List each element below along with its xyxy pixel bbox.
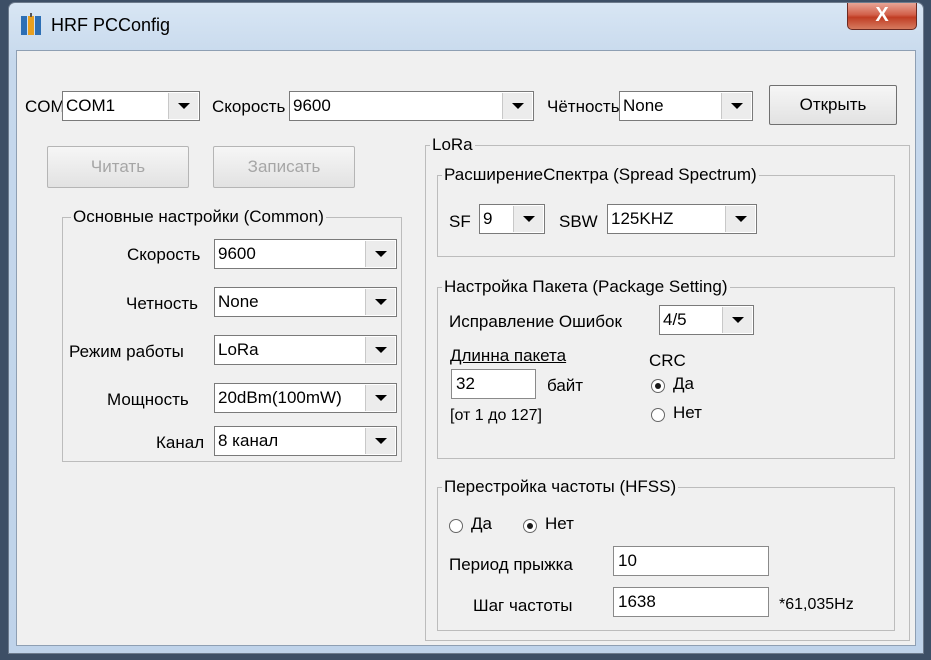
hfss-yes-label: Да	[471, 514, 492, 533]
speed-label: Скорость	[212, 97, 286, 116]
mode-select[interactable]: LoRa	[214, 335, 397, 365]
packet-length-label: Длинна пакета	[450, 346, 567, 365]
common-speed-value: 9600	[218, 244, 256, 263]
open-button[interactable]: Открыть	[769, 85, 897, 125]
power-label: Мощность	[107, 390, 189, 409]
common-speed-label: Скорость	[127, 245, 201, 264]
com-port-select[interactable]: COM1	[62, 91, 200, 121]
mode-label: Режим работы	[69, 342, 184, 361]
common-settings-title: Основные настройки (Common)	[71, 207, 326, 227]
packet-length-input[interactable]: 32	[451, 369, 536, 399]
sbw-label: SBW	[559, 212, 598, 231]
close-button[interactable]: X	[847, 3, 917, 30]
crc-yes-radio[interactable]	[651, 379, 665, 393]
fec-select[interactable]: 4/5	[659, 305, 754, 335]
hop-period-value: 10	[618, 551, 637, 570]
packet-length-range: [от 1 до 127]	[450, 407, 542, 424]
sbw-value: 125KHZ	[611, 209, 674, 228]
hop-period-input[interactable]: 10	[613, 546, 769, 576]
common-speed-select[interactable]: 9600	[214, 239, 397, 269]
parity-value: None	[623, 96, 664, 115]
app-window: HRF PCConfig X COM COM1 Скорость 9600 Чё…	[8, 2, 924, 654]
common-parity-value: None	[218, 292, 259, 311]
freq-step-label: Шаг частоты	[473, 596, 573, 615]
chevron-down-icon[interactable]	[725, 206, 755, 232]
freq-step-value: 1638	[618, 592, 656, 611]
crc-label: CRC	[649, 351, 686, 370]
channel-value: 8 канал	[218, 431, 279, 450]
sf-value: 9	[483, 209, 493, 228]
hfss-no-label: Нет	[545, 514, 574, 533]
chevron-down-icon[interactable]	[168, 93, 198, 119]
spread-spectrum-title: РасширениеСпектра (Spread Spectrum)	[442, 165, 759, 185]
sf-label: SF	[449, 212, 471, 231]
read-button[interactable]: Читать	[47, 146, 189, 188]
common-parity-label: Четность	[126, 294, 198, 313]
chevron-down-icon[interactable]	[365, 428, 395, 454]
hfss-yes-radio[interactable]	[449, 519, 463, 533]
window-title: HRF PCConfig	[51, 15, 171, 35]
lora-title: LoRa	[430, 135, 475, 155]
packet-length-unit: байт	[547, 376, 584, 395]
speed-value: 9600	[293, 96, 331, 115]
channel-label: Канал	[156, 433, 205, 452]
speed-select[interactable]: 9600	[289, 91, 534, 121]
chevron-down-icon[interactable]	[722, 307, 752, 333]
client-area: COM COM1 Скорость 9600 Чётность None Отк…	[16, 50, 916, 646]
crc-yes-label: Да	[673, 374, 694, 393]
com-label: COM	[25, 97, 65, 116]
power-select[interactable]: 20dBm(100mW)	[214, 383, 397, 413]
com-port-value: COM1	[66, 96, 116, 115]
chevron-down-icon[interactable]	[365, 385, 395, 411]
fec-value: 4/5	[663, 310, 687, 329]
hfss-no-radio[interactable]	[523, 519, 537, 533]
freq-step-input[interactable]: 1638	[613, 587, 769, 617]
chevron-down-icon[interactable]	[365, 289, 395, 315]
package-setting-title: Настройка Пакета (Package Setting)	[442, 277, 730, 297]
power-value: 20dBm(100mW)	[218, 388, 342, 407]
chevron-down-icon[interactable]	[502, 93, 532, 119]
packet-length-value: 32	[456, 374, 475, 393]
close-icon: X	[875, 4, 889, 26]
crc-no-radio[interactable]	[651, 408, 665, 422]
sbw-select[interactable]: 125KHZ	[607, 204, 757, 234]
hop-period-label: Период прыжка	[449, 555, 573, 574]
common-parity-select[interactable]: None	[214, 287, 397, 317]
hfss-title: Перестройка частоты (HFSS)	[442, 477, 679, 497]
mode-value: LoRa	[218, 340, 259, 359]
chevron-down-icon[interactable]	[365, 241, 395, 267]
sf-select[interactable]: 9	[479, 204, 545, 234]
crc-no-label: Нет	[673, 403, 702, 422]
fec-label: Исправление Ошибок	[449, 312, 622, 331]
title-bar[interactable]: HRF PCConfig X	[9, 3, 923, 53]
app-icon	[21, 13, 41, 35]
chevron-down-icon[interactable]	[365, 337, 395, 363]
parity-select[interactable]: None	[619, 91, 753, 121]
channel-select[interactable]: 8 канал	[214, 426, 397, 456]
chevron-down-icon[interactable]	[513, 206, 543, 232]
chevron-down-icon[interactable]	[721, 93, 751, 119]
freq-step-unit: *61,035Hz	[779, 596, 854, 613]
parity-label: Чётность	[547, 97, 620, 116]
write-button[interactable]: Записать	[213, 146, 355, 188]
